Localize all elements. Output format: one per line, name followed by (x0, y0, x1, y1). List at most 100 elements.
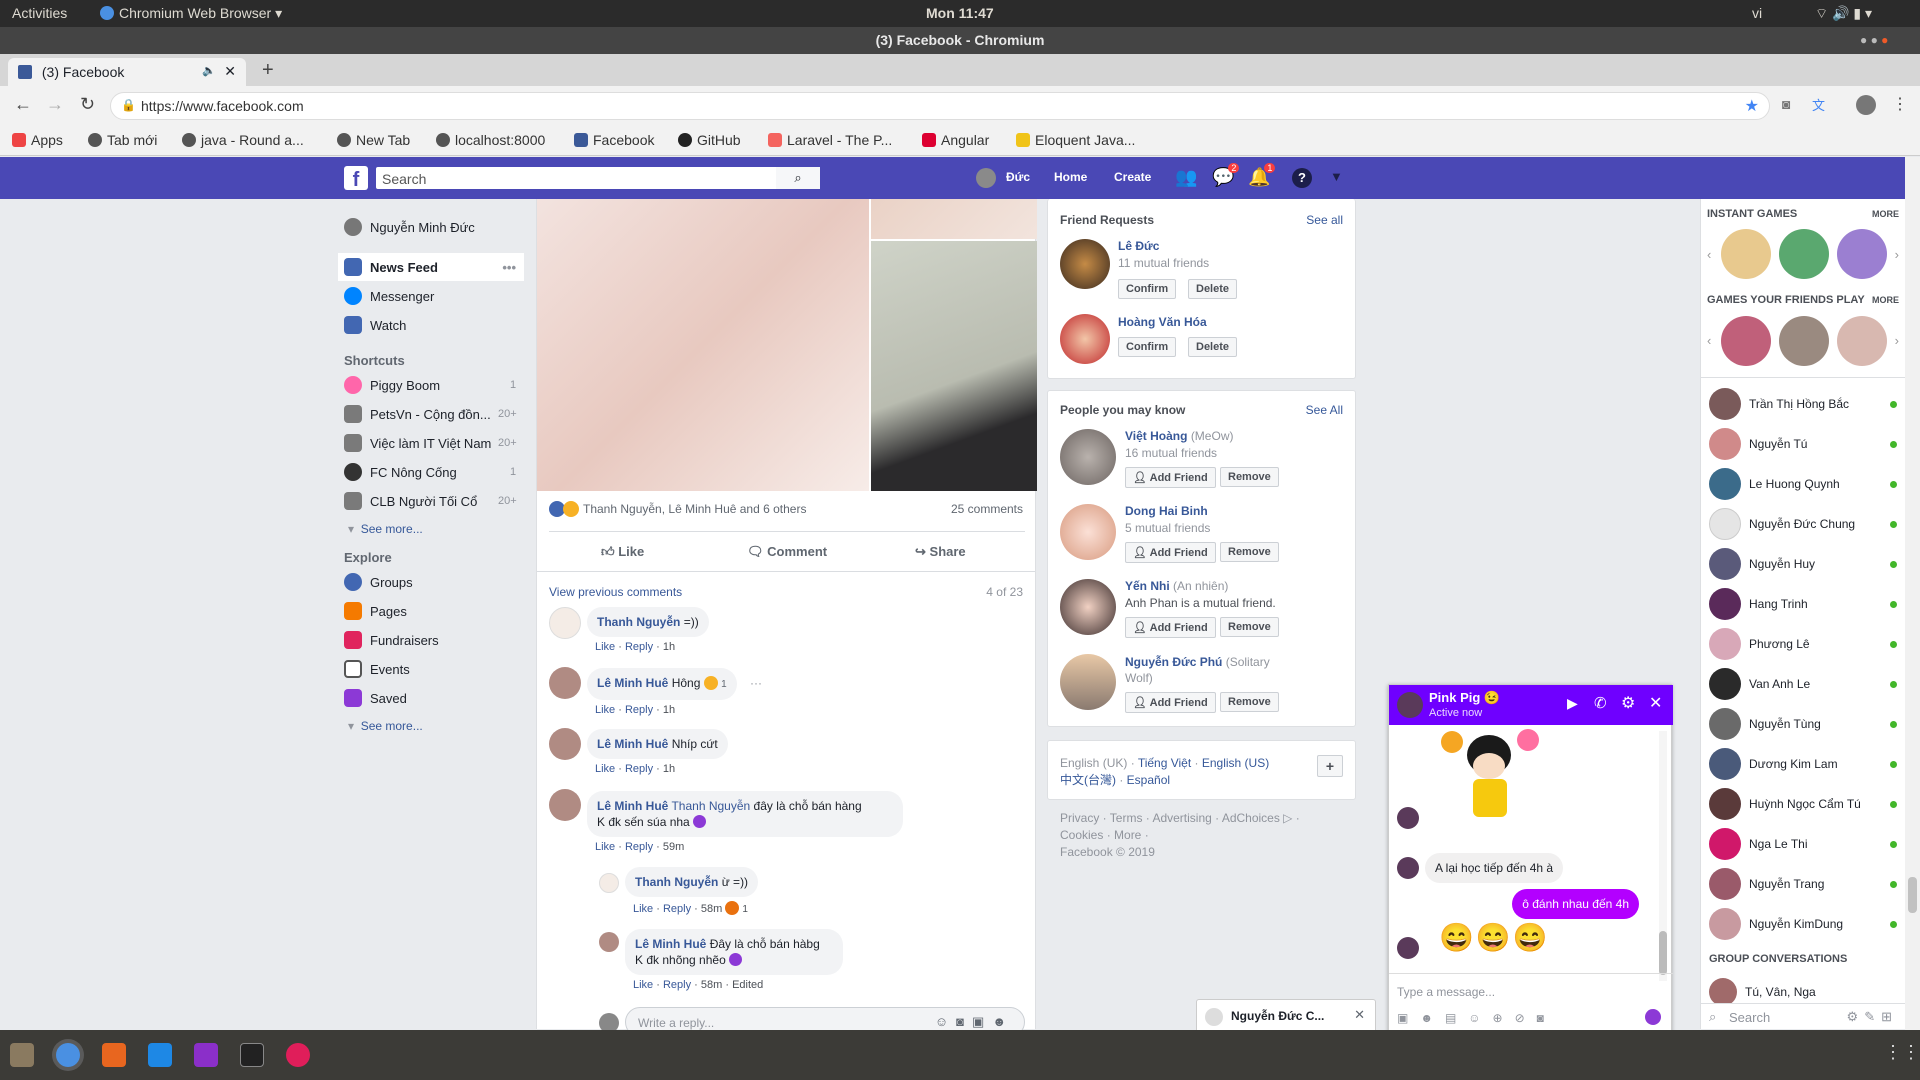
shortcut-item[interactable]: Piggy Boom (344, 376, 440, 394)
bookmark-java[interactable]: java - Round a... (182, 132, 304, 148)
chat-friend[interactable]: Nguyễn KimDung (1709, 908, 1897, 940)
remove-button[interactable]: Remove (1220, 617, 1279, 637)
post-photo-top[interactable] (871, 199, 1037, 239)
chevron-right-icon[interactable]: › (1895, 333, 1899, 348)
chevron-right-icon[interactable]: › (1895, 247, 1899, 262)
chat-friend[interactable]: Van Anh Le (1709, 668, 1897, 700)
url-input[interactable]: 🔒 https://www.facebook.com ★ (110, 92, 1770, 120)
see-all-requests-link[interactable]: See all (1306, 213, 1343, 227)
chevron-left-icon[interactable]: ‹ (1707, 247, 1711, 262)
devil-emoji-icon[interactable] (1645, 1009, 1661, 1025)
see-all-pymk-link[interactable]: See All (1306, 403, 1343, 417)
phpstorm-icon[interactable] (194, 1043, 218, 1067)
app-menu[interactable]: Chromium Web Browser ▾ (100, 5, 282, 22)
back-icon[interactable]: ← (14, 94, 32, 115)
delete-button[interactable]: Delete (1188, 337, 1238, 357)
messenger-icon[interactable]: 💬 2 (1212, 163, 1240, 188)
profile-link[interactable]: Nguyễn Minh Đức (344, 218, 475, 236)
comment-tag[interactable]: Thanh Nguyễn (671, 799, 750, 813)
bookmark-tab-moi[interactable]: Tab mới (88, 132, 157, 148)
tab-close-icon[interactable]: ✕ (224, 63, 236, 80)
chat-friend[interactable]: Nguyễn Tùng (1709, 708, 1897, 740)
avatar[interactable] (1060, 314, 1110, 364)
chevron-left-icon[interactable]: ‹ (1707, 333, 1711, 348)
game-tile[interactable] (1779, 229, 1829, 279)
sidebar-item-news-feed[interactable]: News Feed ••• (338, 253, 524, 281)
see-more-explore[interactable]: ▾ See more... (348, 719, 423, 733)
account-menu-icon[interactable]: ▼ (1330, 169, 1343, 184)
chat-settings-icons[interactable]: ⚙✎⊞ (1847, 1009, 1898, 1025)
gear-icon[interactable]: ⚙ (1621, 693, 1635, 713)
bookmark-angular[interactable]: Angular (922, 132, 989, 148)
avatar[interactable] (599, 873, 619, 893)
avatar[interactable] (599, 932, 619, 952)
add-language-button[interactable]: + (1316, 755, 1343, 777)
bookmark-facebook[interactable]: Facebook (574, 132, 654, 148)
avatar[interactable] (549, 667, 581, 699)
explore-item-groups[interactable]: Groups (344, 573, 413, 591)
language-link[interactable]: 中文(台灣) (1060, 773, 1116, 787)
reply-input-tools[interactable]: ☺◙▣☻ (935, 1014, 1014, 1030)
footer-links[interactable]: Privacy · Terms · Advertising · AdChoice… (1060, 810, 1300, 861)
avatar[interactable] (1060, 239, 1110, 289)
message-input[interactable]: Type a message... (1397, 985, 1495, 999)
pymk-name[interactable]: Yến Nhi (1125, 579, 1170, 593)
chat-friend[interactable]: Le Huong Quynh (1709, 468, 1897, 500)
chat-friend[interactable]: Hang Trinh (1709, 588, 1897, 620)
bookmark-star-icon[interactable]: ★ (1745, 96, 1759, 116)
terminal-icon[interactable] (240, 1043, 264, 1067)
sidebar-item-messenger[interactable]: Messenger (344, 287, 434, 305)
bookmark-laravel[interactable]: Laravel - The P... (768, 132, 892, 148)
request-name[interactable]: Hoàng Văn Hóa (1118, 315, 1207, 329)
profile-icon[interactable] (1856, 95, 1876, 115)
facebook-logo-icon[interactable]: f (344, 166, 368, 191)
comments-count[interactable]: 25 comments (951, 502, 1023, 516)
post-photo-main[interactable] (537, 199, 869, 491)
comment-like-link[interactable]: Like (595, 641, 615, 653)
chromium-icon[interactable] (56, 1043, 80, 1067)
group-conversation[interactable]: Tú, Vân, Nga (1709, 978, 1897, 1006)
help-icon[interactable]: ? (1292, 168, 1312, 188)
games-friends-play-more[interactable]: MORE (1872, 295, 1899, 305)
avatar[interactable] (1060, 504, 1116, 560)
comment-like-link[interactable]: Like (595, 763, 615, 775)
avatar[interactable] (549, 607, 581, 639)
explore-item-fundraisers[interactable]: Fundraisers (344, 631, 439, 649)
like-button[interactable]: 👍︎ Like (601, 544, 644, 560)
comment-author[interactable]: Lê Minh Huê (597, 676, 668, 690)
remove-button[interactable]: Remove (1220, 692, 1279, 712)
bookmark-github[interactable]: GitHub (678, 132, 741, 148)
bookmark-eloquent[interactable]: Eloquent Java... (1016, 132, 1135, 148)
language-indicator[interactable]: vi (1752, 5, 1762, 21)
bookmark-apps[interactable]: Apps (12, 132, 63, 148)
footer-line[interactable]: Privacy · Terms · Advertising · AdChoice… (1060, 810, 1300, 827)
chat-friend[interactable]: Nguyễn Trang (1709, 868, 1897, 900)
comment-author[interactable]: Lê Minh Huê (597, 799, 668, 813)
pymk-name[interactable]: Việt Hoàng (1125, 429, 1187, 443)
create-link[interactable]: Create (1114, 170, 1151, 184)
game-tile[interactable] (1837, 229, 1887, 279)
game-tile[interactable] (1721, 229, 1771, 279)
phone-icon[interactable]: ✆ (1594, 694, 1607, 712)
shortcut-item[interactable]: FC Nông Cống (344, 463, 457, 481)
reply-like-link[interactable]: Like (633, 979, 653, 991)
add-friend-button[interactable]: 👤︎ Add Friend (1125, 542, 1216, 563)
avatar[interactable] (1060, 429, 1116, 485)
request-name[interactable]: Lê Đức (1118, 239, 1159, 253)
shortcut-item[interactable]: CLB Người Tối Cổ (344, 492, 477, 510)
comment-reply-link[interactable]: Reply (625, 763, 653, 775)
window-controls[interactable]: ● ● ● (1860, 33, 1888, 47)
chat-friend[interactable]: Trần Thị Hồng Bắc (1709, 388, 1897, 420)
scrollbar-thumb[interactable] (1908, 877, 1917, 913)
search-input[interactable]: Search ⌕ (376, 167, 820, 189)
avatar[interactable] (1060, 654, 1116, 710)
add-friend-button[interactable]: 👤︎ Add Friend (1125, 692, 1216, 713)
see-more-shortcuts[interactable]: ▾ See more... (348, 522, 423, 536)
shortcut-item[interactable]: Việc làm IT Việt Nam (344, 434, 491, 452)
software-center-icon[interactable] (102, 1043, 126, 1067)
reply-like-link[interactable]: Like (633, 903, 653, 915)
reactions-summary[interactable]: Thanh Nguyễn, Lê Minh Huê and 6 others (549, 501, 806, 517)
clock[interactable]: Mon 11:47 (926, 5, 994, 21)
explore-item-events[interactable]: Events (344, 660, 410, 678)
reload-icon[interactable]: ↻ (80, 94, 95, 115)
